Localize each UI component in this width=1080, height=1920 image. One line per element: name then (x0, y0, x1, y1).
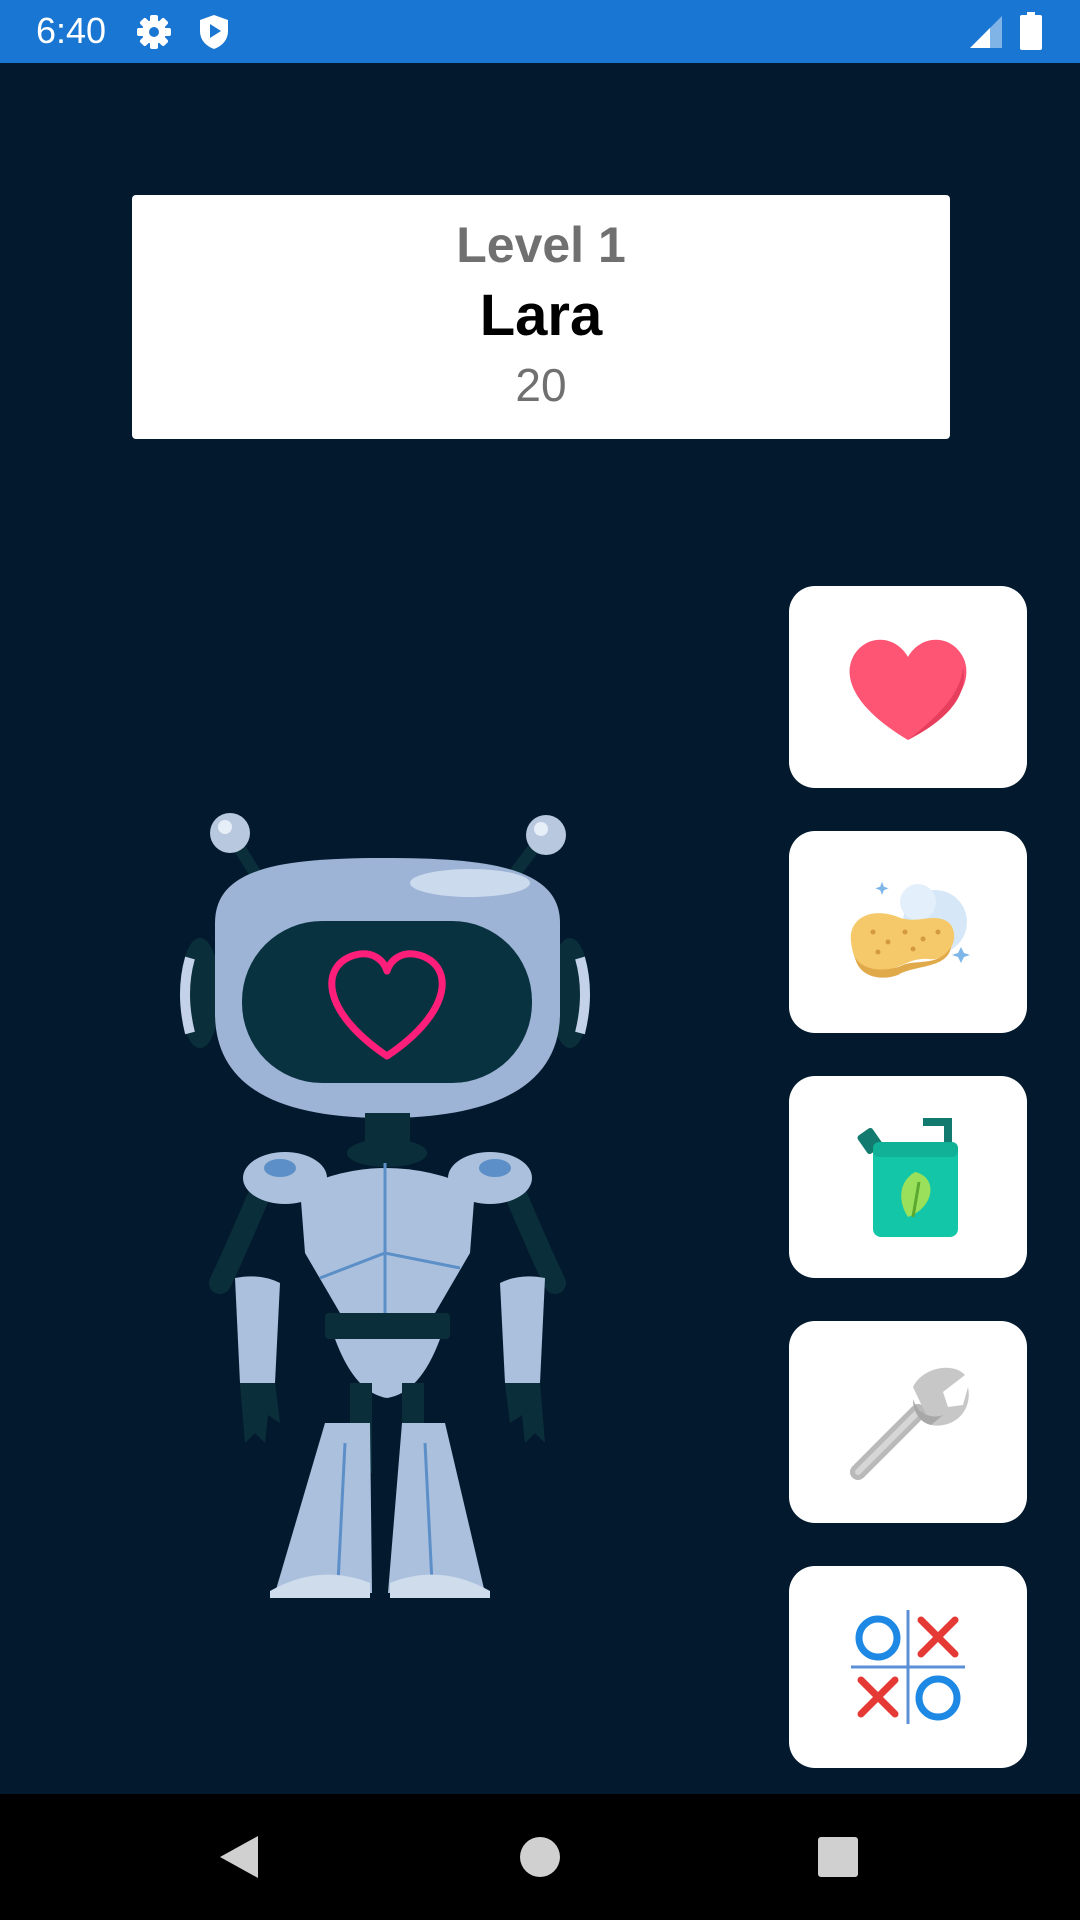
home-icon[interactable] (518, 1832, 562, 1887)
love-button[interactable] (789, 586, 1027, 788)
recents-icon[interactable] (816, 1832, 860, 1887)
pet-name: Lara (479, 283, 603, 348)
sponge-icon (850, 881, 970, 978)
status-bar: 6:40 (0, 0, 1080, 63)
back-icon[interactable] (214, 1832, 264, 1887)
wrench-icon (850, 1367, 969, 1480)
signal-icon (968, 14, 1004, 55)
play-button[interactable] (789, 1566, 1027, 1768)
heart-icon (849, 639, 967, 740)
oil-can-icon (857, 1118, 958, 1237)
pet-score: 20 (515, 359, 567, 411)
status-time: 6:40 (36, 10, 107, 51)
navigation-bar (0, 1794, 1080, 1920)
main-area: Level 1 Lara 20 (0, 63, 1080, 1794)
robot-pet[interactable] (170, 743, 610, 1603)
shield-play-icon (198, 14, 230, 55)
settings-icon (136, 14, 172, 55)
tic-tac-toe-icon (851, 1610, 965, 1724)
level-label: Level 1 (456, 217, 626, 273)
clean-button[interactable] (789, 831, 1027, 1033)
battery-icon (1020, 12, 1042, 55)
feed-button[interactable] (789, 1076, 1027, 1278)
pet-info-card: Level 1 Lara 20 (132, 195, 950, 439)
repair-button[interactable] (789, 1321, 1027, 1523)
